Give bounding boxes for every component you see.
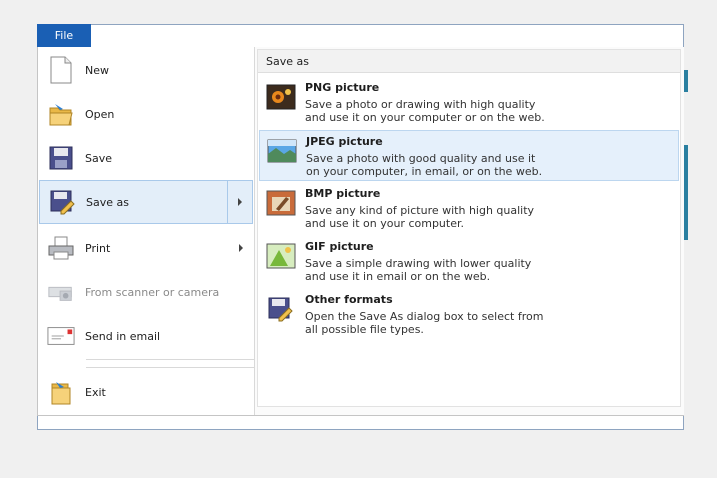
save-as-submenu: Save as PNG picture Save a photo or draw… [255, 47, 684, 415]
bmp-picture-icon [266, 189, 296, 217]
save-as-icon [48, 188, 76, 216]
option-description: Save a photo with good quality and use i… [306, 152, 543, 178]
menu-item-from-scanner[interactable]: From scanner or camera [39, 270, 253, 314]
save-as-panel-title: Save as [258, 50, 680, 73]
save-as-option-gif[interactable]: GIF picture Save a simple drawing with l… [259, 236, 679, 287]
background-color-strip [684, 145, 688, 240]
option-description: Save a simple drawing with lower quality… [305, 257, 532, 283]
option-title: JPEG picture [306, 135, 383, 148]
floppy-disk-icon [47, 144, 75, 172]
save-as-option-bmp[interactable]: BMP picture Save any kind of picture wit… [259, 183, 679, 234]
save-as-option-png[interactable]: PNG picture Save a photo or drawing with… [259, 77, 679, 128]
new-document-icon [47, 56, 75, 84]
file-menu-commands: New Open Save Save as Print From scanner… [38, 47, 254, 415]
save-as-option-jpeg[interactable]: JPEG picture Save a photo with good qual… [259, 130, 679, 181]
option-title: GIF picture [305, 240, 374, 253]
menu-item-open[interactable]: Open [39, 92, 253, 136]
menu-item-label: Open [85, 107, 115, 121]
menu-item-label: Send in email [85, 329, 161, 343]
file-menu: New Open Save Save as Print From scanner… [37, 47, 684, 416]
menu-item-label: New [85, 63, 109, 77]
option-description: Save a photo or drawing with high qualit… [305, 98, 545, 124]
menu-item-label: Exit [85, 385, 106, 399]
option-title: BMP picture [305, 187, 381, 200]
chevron-right-icon [238, 198, 242, 206]
printer-icon [47, 234, 75, 262]
scanner-camera-icon [47, 278, 75, 306]
menu-item-exit[interactable]: Exit [39, 370, 253, 414]
menu-separator [86, 359, 254, 360]
save-as-option-other[interactable]: Other formats Open the Save As dialog bo… [259, 289, 679, 340]
menu-item-label: Save [85, 151, 113, 165]
menu-item-label: Print [85, 241, 111, 255]
option-title: PNG picture [305, 81, 380, 94]
menu-separator [86, 367, 254, 368]
option-title: Other formats [305, 293, 393, 306]
open-folder-icon [47, 100, 75, 128]
jpeg-picture-icon [267, 137, 297, 165]
exit-icon [47, 378, 75, 406]
menu-item-save-as[interactable]: Save as [39, 180, 253, 224]
gif-picture-icon [266, 242, 296, 270]
other-formats-icon [266, 295, 296, 323]
email-icon [47, 322, 75, 350]
menu-item-label: Save as [86, 195, 129, 209]
file-tab[interactable]: File [37, 24, 91, 47]
menu-item-new[interactable]: New [39, 48, 253, 92]
menu-item-save[interactable]: Save [39, 136, 253, 180]
save-as-panel: Save as PNG picture Save a photo or draw… [257, 49, 681, 407]
background-toolbar-strip [684, 70, 688, 92]
menu-item-send-email[interactable]: Send in email [39, 314, 253, 358]
png-picture-icon [266, 83, 296, 111]
menu-item-print[interactable]: Print [39, 226, 253, 270]
option-description: Save any kind of picture with high quali… [305, 204, 535, 230]
option-description: Open the Save As dialog box to select fr… [305, 310, 544, 336]
chevron-right-icon [239, 244, 243, 252]
menu-item-label: From scanner or camera [85, 285, 220, 299]
